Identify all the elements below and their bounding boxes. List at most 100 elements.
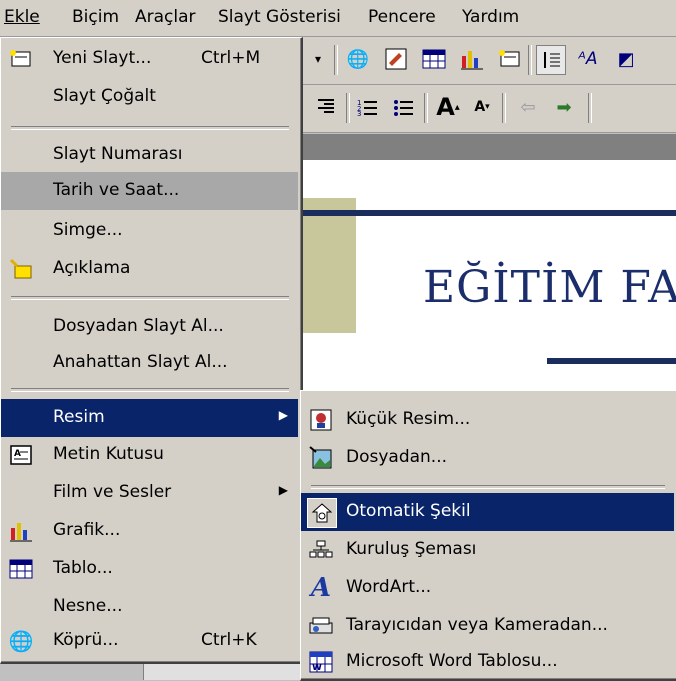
menu-item-label: Otomatik Şekil bbox=[346, 501, 471, 521]
toolbar-separator bbox=[334, 45, 338, 75]
table-icon bbox=[7, 555, 35, 583]
submenu-item-wordart[interactable]: A WordArt... bbox=[301, 569, 674, 607]
menu-item-table[interactable]: Tablo... bbox=[1, 550, 298, 588]
numbering-icon[interactable]: 123 bbox=[354, 93, 382, 121]
menu-item-label: Dosyadan Slayt Al... bbox=[53, 316, 224, 336]
text-box-icon: A bbox=[7, 441, 35, 469]
menu-item-date-time[interactable]: Tarih ve Saat... bbox=[1, 172, 298, 210]
grayscale-icon[interactable]: ◩ bbox=[612, 45, 640, 73]
slide-title[interactable]: EĞİTİM FA bbox=[423, 262, 676, 313]
dropdown-arrow-icon[interactable]: ▾ bbox=[304, 45, 332, 73]
menu-separator bbox=[11, 388, 289, 392]
scanner-icon bbox=[307, 612, 335, 640]
menu-item-label: Microsoft Word Tablosu... bbox=[346, 651, 558, 671]
svg-text:W: W bbox=[312, 663, 322, 673]
menu-item-hyperlink[interactable]: 🌐 Köprü... Ctrl+K bbox=[1, 622, 298, 660]
new-slide-icon[interactable] bbox=[496, 45, 524, 73]
toolbar-separator bbox=[528, 45, 532, 75]
menu-item-label: Slayt Çoğalt bbox=[53, 86, 156, 106]
toolbar-separator bbox=[346, 93, 350, 123]
slide-area-top bbox=[302, 134, 676, 160]
picture-file-icon bbox=[307, 444, 335, 472]
menu-item-label: Dosyadan... bbox=[346, 447, 448, 467]
menu-item-slides-from-outline[interactable]: Anahattan Slayt Al... bbox=[1, 344, 298, 382]
insert-chart-icon[interactable] bbox=[458, 45, 486, 73]
menu-item-movies-sounds[interactable]: Film ve Sesler ▶ bbox=[1, 474, 298, 512]
menu-format[interactable]: Biçim bbox=[72, 7, 119, 27]
submenu-item-scanner-camera[interactable]: Tarayıcıdan veya Kameradan... bbox=[301, 607, 674, 645]
slide-bottom-rule bbox=[547, 358, 676, 364]
menu-slide-show[interactable]: Slayt Gösterisi bbox=[218, 7, 341, 27]
menu-item-label: Küçük Resim... bbox=[346, 409, 471, 429]
menu-item-label: Slayt Numarası bbox=[53, 144, 183, 164]
slide-top-rule bbox=[302, 210, 676, 216]
menu-item-object[interactable]: Nesne... bbox=[1, 588, 298, 626]
submenu-item-word-table[interactable]: W Microsoft Word Tablosu... bbox=[301, 643, 674, 681]
menu-item-picture[interactable]: Resim ▶ bbox=[1, 399, 298, 437]
slide-accent-block bbox=[302, 198, 356, 333]
svg-text:A: A bbox=[14, 449, 21, 459]
menu-item-label: Kuruluş Şeması bbox=[346, 539, 477, 559]
menu-item-label: Metin Kutusu bbox=[53, 444, 164, 464]
show-formatting-icon[interactable]: ᴬA bbox=[574, 45, 602, 73]
menu-item-duplicate-slide[interactable]: Slayt Çoğalt bbox=[1, 78, 298, 116]
menu-separator bbox=[11, 126, 289, 130]
toolbar-separator bbox=[502, 93, 506, 123]
new-slide-icon bbox=[7, 45, 35, 73]
menu-item-label: Tablo... bbox=[53, 558, 113, 578]
menu-item-label: Tarih ve Saat... bbox=[53, 180, 180, 200]
menu-item-label: Resim bbox=[53, 407, 105, 427]
bullets-icon[interactable] bbox=[390, 93, 418, 121]
menu-item-text-box[interactable]: A Metin Kutusu bbox=[1, 436, 298, 474]
hyperlink-icon: 🌐 bbox=[8, 629, 34, 653]
submenu-item-from-file[interactable]: Dosyadan... bbox=[301, 439, 674, 477]
menu-item-label: Açıklama bbox=[53, 258, 131, 278]
tables-borders-icon[interactable] bbox=[382, 45, 410, 73]
picture-submenu: Küçük Resim... Dosyadan... Otomatik Şeki… bbox=[300, 390, 676, 681]
insert-menu: Yeni Slayt... Ctrl+M Slayt Çoğalt Slayt … bbox=[0, 37, 303, 664]
menu-item-label: Anahattan Slayt Al... bbox=[53, 352, 228, 372]
wordart-icon: A bbox=[310, 573, 332, 603]
menu-separator bbox=[11, 296, 289, 300]
clip-art-icon bbox=[307, 406, 335, 434]
submenu-item-clip-art[interactable]: Küçük Resim... bbox=[301, 401, 674, 439]
menu-bar: Ekle Biçim Araçlar Slayt Gösterisi Pence… bbox=[0, 0, 676, 37]
submenu-item-org-chart[interactable]: Kuruluş Şeması bbox=[301, 531, 674, 569]
comment-icon bbox=[7, 255, 35, 283]
menu-item-label: WordArt... bbox=[346, 577, 432, 597]
menu-tools[interactable]: Araçlar bbox=[135, 7, 196, 27]
formatting-toolbar: 123 A ▴ A ▾ ⇦ ➡ bbox=[302, 85, 676, 133]
align-right-icon[interactable] bbox=[312, 93, 340, 121]
menu-item-comment[interactable]: Açıklama bbox=[1, 250, 298, 288]
menu-item-chart[interactable]: Grafik... bbox=[1, 512, 298, 550]
menu-help[interactable]: Yardım bbox=[462, 7, 519, 27]
menu-item-label: Grafik... bbox=[53, 520, 121, 540]
menu-item-slide-number[interactable]: Slayt Numarası bbox=[1, 136, 298, 174]
submenu-arrow-icon: ▶ bbox=[278, 483, 288, 497]
word-table-icon: W bbox=[307, 648, 335, 676]
menu-item-label: Film ve Sesler bbox=[53, 482, 172, 502]
menu-insert[interactable]: Ekle bbox=[4, 7, 40, 27]
menu-item-slides-from-file[interactable]: Dosyadan Slayt Al... bbox=[1, 308, 298, 346]
toolbar-separator bbox=[424, 93, 428, 123]
menu-item-shortcut: Ctrl+K bbox=[201, 630, 257, 650]
increase-font-size-icon[interactable]: A ▴ bbox=[434, 93, 462, 121]
standard-toolbar: ▾ 🌐 ᴬA ◩ bbox=[302, 37, 676, 85]
toolbar-separator bbox=[588, 93, 592, 123]
menu-item-label: Köprü... bbox=[53, 630, 119, 650]
expand-all-icon[interactable] bbox=[536, 45, 566, 75]
decrease-font-size-icon[interactable]: A ▾ bbox=[468, 93, 496, 121]
insert-hyperlink-icon[interactable]: 🌐 bbox=[344, 45, 372, 73]
menu-item-new-slide[interactable]: Yeni Slayt... Ctrl+M bbox=[1, 40, 298, 78]
submenu-item-autoshapes[interactable]: Otomatik Şekil bbox=[301, 493, 674, 531]
insert-table-icon[interactable] bbox=[420, 45, 448, 73]
svg-text:3: 3 bbox=[357, 110, 361, 116]
promote-arrow-icon[interactable]: ⇦ bbox=[514, 93, 542, 121]
menu-item-label: Nesne... bbox=[53, 596, 123, 616]
menu-window[interactable]: Pencere bbox=[368, 7, 436, 27]
demote-arrow-icon[interactable]: ➡ bbox=[550, 93, 578, 121]
menu-item-symbol[interactable]: Simge... bbox=[1, 212, 298, 250]
menu-separator bbox=[311, 485, 665, 489]
chart-icon bbox=[7, 517, 35, 545]
org-chart-icon bbox=[307, 536, 335, 564]
